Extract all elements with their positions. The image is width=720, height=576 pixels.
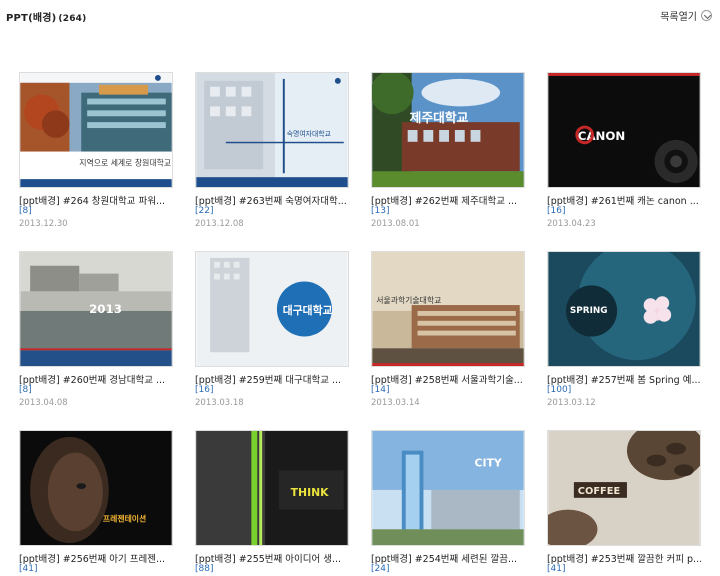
comment-count[interactable]: [41] [19, 564, 37, 574]
post-title[interactable]: [ppt배경] #264 창원대학교 파워... [19, 193, 189, 207]
thumbnail-caption: 제주대학교 [410, 110, 469, 126]
post-thumbnail[interactable]: CANON [547, 72, 701, 188]
thumbnail-image: CANON [548, 73, 700, 187]
post-thumbnail[interactable]: 프레젠테이션 [19, 430, 173, 546]
post-date: 2013.12.08 [195, 219, 244, 229]
thumbnail-image: SPRING [548, 252, 700, 366]
post-thumbnail[interactable]: 서울과학기술대학교 [371, 251, 525, 367]
post-title[interactable]: [ppt배경] #261번째 캐논 canon ... [547, 193, 717, 207]
post-date: 2013.03.14 [371, 398, 420, 408]
post-thumbnail[interactable]: 숙명여자대학교 [195, 72, 349, 188]
thumbnail-caption: THINK [291, 486, 329, 499]
thumbnail-image: 대구대학교 [196, 252, 348, 366]
post-date: 2013.12.30 [19, 219, 68, 229]
thumbnail-caption: CANON [578, 129, 626, 143]
thumbnail-image: THINK [196, 431, 348, 545]
post-title[interactable]: [ppt배경] #259번째 대구대학교 ... [195, 372, 365, 386]
post-title[interactable]: [ppt배경] #253번째 깔끔한 커피 p... [547, 551, 717, 565]
thumbnail-image: 서울과학기술대학교 [372, 252, 524, 366]
thumbnail-image: 숙명여자대학교 [196, 73, 348, 187]
thumbnail-caption: 지역으로 세계로 창원대학교 [79, 157, 171, 167]
post-thumbnail[interactable]: THINK [195, 430, 349, 546]
post-date: 2013.08.01 [371, 219, 420, 229]
post-title[interactable]: [ppt배경] #262번째 제주대학교 ... [371, 193, 541, 207]
thumbnail-image: 제주대학교 [372, 73, 524, 187]
comment-count[interactable]: [13] [371, 206, 389, 216]
post-title[interactable]: [ppt배경] #254번째 세련된 깔끔... [371, 551, 541, 565]
thumbnail-caption: 대구대학교 [283, 303, 333, 317]
post-date: 2013.03.18 [195, 398, 244, 408]
post-thumbnail[interactable]: 2013 [19, 251, 173, 367]
thumbnail-caption: 프레젠테이션 [103, 513, 146, 523]
comment-count[interactable]: [16] [547, 206, 565, 216]
post-title[interactable]: [ppt배경] #263번째 숙명여자대학... [195, 193, 365, 207]
thumbnail-image: 프레젠테이션 [20, 431, 172, 545]
thumbnail-caption: 2013 [89, 302, 122, 316]
thumbnail-image: 지역으로 세계로 창원대학교 [20, 73, 172, 187]
post-date: 2013.04.08 [19, 398, 68, 408]
post-title[interactable]: [ppt배경] #260번째 경남대학교 ... [19, 372, 189, 386]
comment-count[interactable]: [41] [547, 564, 565, 574]
post-title[interactable]: [ppt배경] #255번째 아이디어 생... [195, 551, 365, 565]
thumbnail-caption: CITY [475, 456, 502, 469]
comment-count[interactable]: [88] [195, 564, 213, 574]
post-title[interactable]: [ppt배경] #258번째 서울과학기술... [371, 372, 541, 386]
comment-count[interactable]: [100] [547, 385, 571, 395]
post-title[interactable]: [ppt배경] #256번째 아기 프레젠... [19, 551, 189, 565]
post-thumbnail[interactable]: CITY [371, 430, 525, 546]
post-thumbnail[interactable]: SPRING [547, 251, 701, 367]
thumbnail-caption: COFFEE [578, 486, 620, 497]
post-thumbnail[interactable]: 대구대학교 [195, 251, 349, 367]
thumbnail-caption: SPRING [570, 306, 608, 316]
post-date: 2013.04.23 [547, 219, 596, 229]
post-thumbnail[interactable]: 지역으로 세계로 창원대학교 [19, 72, 173, 188]
comment-count[interactable]: [24] [371, 564, 389, 574]
comment-count[interactable]: [8] [19, 385, 32, 395]
thumbnail-image: COFFEE [548, 431, 700, 545]
thumbnail-image: CITY [372, 431, 524, 545]
thumbnail-caption: 서울과학기술대학교 [376, 295, 441, 305]
thumbnail-image: 2013 [20, 252, 172, 366]
thumbnail-grid: 지역으로 세계로 창원대학교 [ppt배경] #264 창원대학교 파워... … [0, 0, 720, 576]
comment-count[interactable]: [22] [195, 206, 213, 216]
thumbnail-caption: 숙명여자대학교 [287, 129, 331, 138]
comment-count[interactable]: [8] [19, 206, 32, 216]
comment-count[interactable]: [16] [195, 385, 213, 395]
comment-count[interactable]: [14] [371, 385, 389, 395]
post-thumbnail[interactable]: 제주대학교 [371, 72, 525, 188]
post-thumbnail[interactable]: COFFEE [547, 430, 701, 546]
post-title[interactable]: [ppt배경] #257번째 봄 Spring 예... [547, 372, 717, 386]
post-date: 2013.03.12 [547, 398, 596, 408]
